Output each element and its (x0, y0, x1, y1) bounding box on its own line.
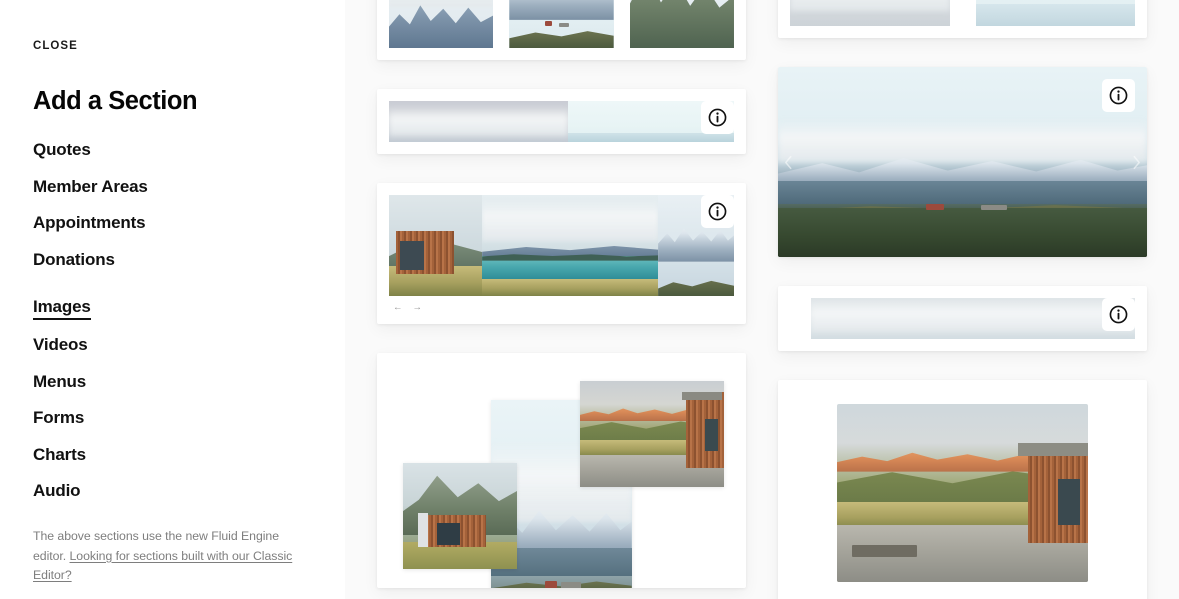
sidebar-item-label: Donations (33, 249, 115, 269)
section-card-two-up-top[interactable] (778, 0, 1147, 38)
sidebar-item-images[interactable]: Images (33, 298, 312, 320)
section-previews: ← → (345, 0, 1179, 599)
sidebar-item-charts[interactable]: Charts (33, 446, 312, 466)
carousel-controls: ← → (389, 296, 734, 317)
section-card-banner-split[interactable] (377, 89, 746, 154)
preview-image (482, 195, 659, 296)
preview-image (837, 404, 1088, 582)
preview-image (810, 298, 1135, 339)
preview-image (629, 0, 734, 48)
fluid-engine-note: The above sections use the new Fluid Eng… (33, 527, 312, 585)
collage-layout (377, 353, 746, 588)
preview-image (402, 463, 518, 570)
info-icon[interactable] (1102, 298, 1135, 331)
carousel-next-icon[interactable] (1128, 149, 1145, 175)
sidebar-item-quotes[interactable]: Quotes (33, 141, 312, 161)
sidebar-item-label: Menus (33, 371, 87, 391)
section-card-gallery-three-up[interactable] (377, 0, 746, 60)
sidebar-item-member-areas[interactable]: Member Areas (33, 178, 312, 198)
preview-image (509, 0, 614, 48)
sidebar-item-label: Quotes (33, 140, 91, 160)
info-icon[interactable] (1102, 79, 1135, 112)
preview-image (975, 0, 1135, 26)
sidebar-item-label: Images (33, 298, 91, 320)
section-card-collage-overlap[interactable] (377, 353, 746, 588)
sidebar-item-label: Member Areas (33, 176, 148, 196)
section-card-full-bleed-landscape[interactable] (778, 67, 1147, 257)
sidebar-item-label: Charts (33, 444, 86, 464)
sidebar-item-appointments[interactable]: Appointments (33, 214, 312, 234)
sidebar-item-audio[interactable]: Audio (33, 482, 312, 502)
preview-image (389, 0, 494, 48)
sidebar-item-forms[interactable]: Forms (33, 409, 312, 429)
classic-editor-link[interactable]: Looking for sections built with our Clas… (33, 549, 292, 582)
preview-grid: ← → (345, 0, 1179, 599)
preview-image (778, 67, 1147, 257)
info-icon[interactable] (701, 101, 734, 134)
preview-image (389, 195, 483, 296)
sidebar-item-videos[interactable]: Videos (33, 336, 312, 356)
preview-image (790, 0, 950, 26)
preview-image (389, 101, 569, 142)
preview-column-left: ← → (377, 0, 746, 599)
section-card-carousel-strip[interactable]: ← → (377, 183, 746, 324)
sidebar-item-label: Appointments (33, 213, 146, 233)
sidebar-item-label: Audio (33, 481, 81, 501)
section-type-list: Quotes Member Areas Appointments Donatio… (33, 141, 312, 502)
carousel-prev-button[interactable]: ← (393, 303, 403, 313)
sidebar-item-label: Forms (33, 408, 85, 428)
carousel-prev-icon[interactable] (780, 149, 797, 175)
page-title: Add a Section (33, 87, 198, 115)
section-card-wide-banner[interactable] (778, 286, 1147, 351)
preview-column-right (778, 0, 1147, 599)
sidebar-item-donations[interactable]: Donations (33, 251, 312, 271)
sidebar: CLOSE Add a Section Quotes Member Areas … (0, 0, 345, 599)
info-icon[interactable] (701, 195, 734, 228)
close-button[interactable]: CLOSE (33, 38, 78, 54)
section-card-single-centered-image[interactable] (778, 380, 1147, 599)
add-section-panel: CLOSE Add a Section Quotes Member Areas … (0, 0, 1179, 599)
sidebar-item-menus[interactable]: Menus (33, 373, 312, 393)
preview-image (579, 381, 724, 487)
sidebar-item-label: Videos (33, 335, 88, 355)
carousel-next-button[interactable]: → (413, 303, 423, 313)
